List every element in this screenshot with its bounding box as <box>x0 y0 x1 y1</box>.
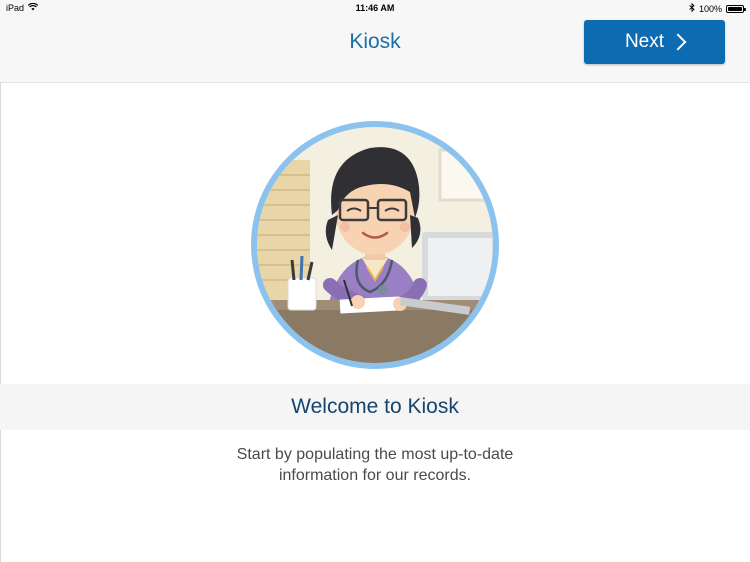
bluetooth-icon <box>689 2 695 14</box>
next-button-label: Next <box>624 31 665 52</box>
description-line-1: Start by populating the most up-to-date <box>236 446 514 463</box>
navigation-bar: Kiosk Next <box>0 16 750 83</box>
welcome-title: Welcome to Kiosk <box>291 395 459 418</box>
doctor-illustration <box>250 120 500 370</box>
status-bar: iPad 11:46 AM 100% <box>0 0 750 16</box>
welcome-banner: Welcome to Kiosk <box>0 384 750 430</box>
description-line-2: information for our records. <box>278 467 472 484</box>
next-button[interactable]: Next <box>584 20 725 64</box>
battery-icon <box>726 4 746 13</box>
status-time: 11:46 AM <box>355 3 395 13</box>
chevron-right-icon <box>669 33 687 51</box>
battery-percent: 100% <box>698 3 722 14</box>
welcome-description: Start by populating the most up-to-date … <box>175 444 575 486</box>
content-divider <box>0 83 1 562</box>
status-right: 100% <box>689 2 746 14</box>
